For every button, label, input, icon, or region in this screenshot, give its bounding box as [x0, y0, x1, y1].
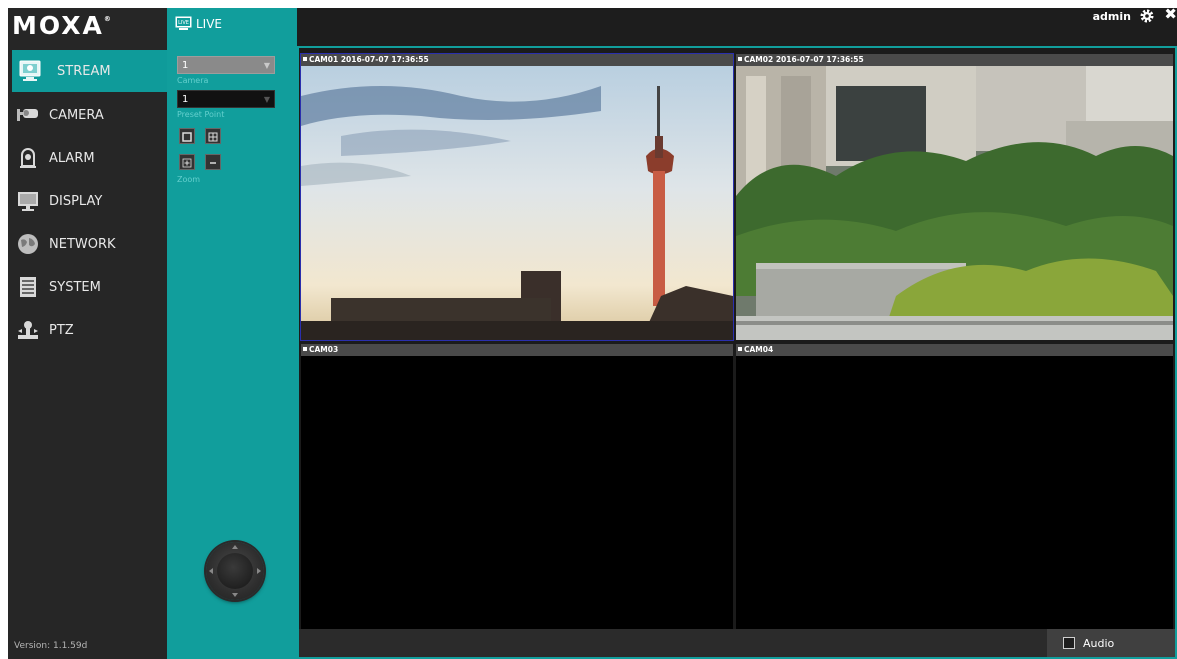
arrow-down-icon	[232, 593, 238, 597]
svg-text:LIVE: LIVE	[178, 20, 189, 26]
network-icon	[15, 232, 41, 256]
camera-tile-4[interactable]: CAM04	[736, 344, 1173, 629]
close-icon[interactable]: ✖	[1164, 5, 1177, 23]
zoom-in-button[interactable]	[179, 154, 195, 170]
nav-label: PTZ	[49, 322, 74, 338]
live-label: LIVE	[196, 16, 223, 31]
top-bar: admin ✖	[297, 5, 1177, 44]
nav-item-display[interactable]: DISPLAY	[8, 180, 167, 222]
zoom-label: Zoom	[177, 175, 201, 184]
nav-item-ptz[interactable]: PTZ	[8, 309, 167, 351]
preset-point-label: Preset Point	[177, 110, 225, 119]
ptz-icon	[15, 318, 41, 342]
camera-select[interactable]: 1 ▼	[177, 56, 275, 74]
grid-bottom-bar: Audio	[299, 629, 1175, 657]
ptz-joystick[interactable]	[206, 542, 264, 600]
nav-item-stream[interactable]: STREAM	[12, 50, 167, 92]
nav-item-network[interactable]: NETWORK	[8, 223, 167, 265]
zoom-out-button[interactable]	[205, 154, 221, 170]
gear-icon[interactable]	[1139, 8, 1155, 24]
camera-tile-1[interactable]: CAM01 2016-07-07 17:36:55	[300, 53, 734, 341]
arrow-up-icon	[232, 545, 238, 549]
alarm-icon	[15, 146, 41, 170]
minus-icon	[208, 153, 218, 172]
sidebar: MOXA® STREAM CAMERA ALARM DISPLAY NETWOR…	[8, 8, 167, 659]
camera-feed-4	[736, 356, 1173, 629]
quad-view-icon	[208, 127, 218, 146]
camera-title: CAM04	[744, 345, 774, 354]
live-header: LIVE LIVE	[175, 16, 222, 31]
camera-title-bar: CAM02 2016-07-07 17:36:55	[736, 54, 1173, 66]
camera-title-bar: CAM03	[301, 344, 733, 356]
plus-icon	[182, 153, 192, 172]
nav-label: ALARM	[49, 150, 95, 166]
nav-label: STREAM	[57, 63, 111, 79]
audio-toggle[interactable]: Audio	[1047, 629, 1175, 657]
camera-icon	[15, 103, 41, 127]
preset-point-select[interactable]: 1 ▼	[177, 90, 275, 108]
camera-title: CAM03	[309, 345, 339, 354]
camera-feed-3	[301, 356, 733, 629]
app-window: MOXA® STREAM CAMERA ALARM DISPLAY NETWOR…	[8, 5, 1177, 659]
single-view-button[interactable]	[179, 128, 195, 144]
nav-label: CAMERA	[49, 107, 104, 123]
joystick-knob[interactable]	[217, 553, 253, 589]
version-text: Version: 1.1.59d	[14, 641, 88, 651]
camera-title-bar: CAM04	[736, 344, 1173, 356]
camera-label: Camera	[177, 76, 209, 85]
camera-title: CAM01 2016-07-07 17:36:55	[309, 55, 429, 64]
nav-item-system[interactable]: SYSTEM	[8, 266, 167, 308]
nav-label: SYSTEM	[49, 279, 101, 295]
camera-tile-3[interactable]: CAM03	[301, 344, 733, 629]
user-name[interactable]: admin	[1093, 10, 1131, 23]
arrow-left-icon	[209, 568, 213, 574]
camera-title-bar: CAM01 2016-07-07 17:36:55	[301, 54, 733, 66]
chevron-down-icon: ▼	[263, 95, 270, 104]
moxa-logo: MOXA®	[12, 11, 111, 40]
camera-title: CAM02 2016-07-07 17:36:55	[744, 55, 864, 64]
video-grid: CAM01 2016-07-07 17:36:55 CAM02 2016-07-…	[297, 46, 1177, 659]
camera-select-value: 1	[182, 60, 189, 71]
nav-item-camera[interactable]: CAMERA	[8, 94, 167, 136]
display-icon	[15, 189, 41, 213]
arrow-right-icon	[257, 568, 261, 574]
live-icon: LIVE	[175, 16, 192, 31]
single-view-icon	[182, 127, 192, 146]
nav-item-alarm[interactable]: ALARM	[8, 137, 167, 179]
preset-select-value: 1	[182, 94, 189, 105]
quad-view-button[interactable]	[205, 128, 221, 144]
camera-tile-2[interactable]: CAM02 2016-07-07 17:36:55 50	[736, 54, 1173, 340]
stream-icon	[18, 59, 44, 83]
audio-checkbox[interactable]	[1063, 637, 1075, 649]
chevron-down-icon: ▼	[263, 61, 270, 70]
nav-label: NETWORK	[49, 236, 116, 252]
system-icon	[15, 275, 41, 299]
nav-label: DISPLAY	[49, 193, 103, 209]
audio-label: Audio	[1083, 636, 1115, 650]
camera-feed-1	[301, 66, 733, 340]
camera-feed-2	[736, 66, 1173, 340]
live-control-panel: LIVE LIVE 1 ▼ Camera 1 ▼ Preset Point Zo…	[167, 8, 297, 659]
